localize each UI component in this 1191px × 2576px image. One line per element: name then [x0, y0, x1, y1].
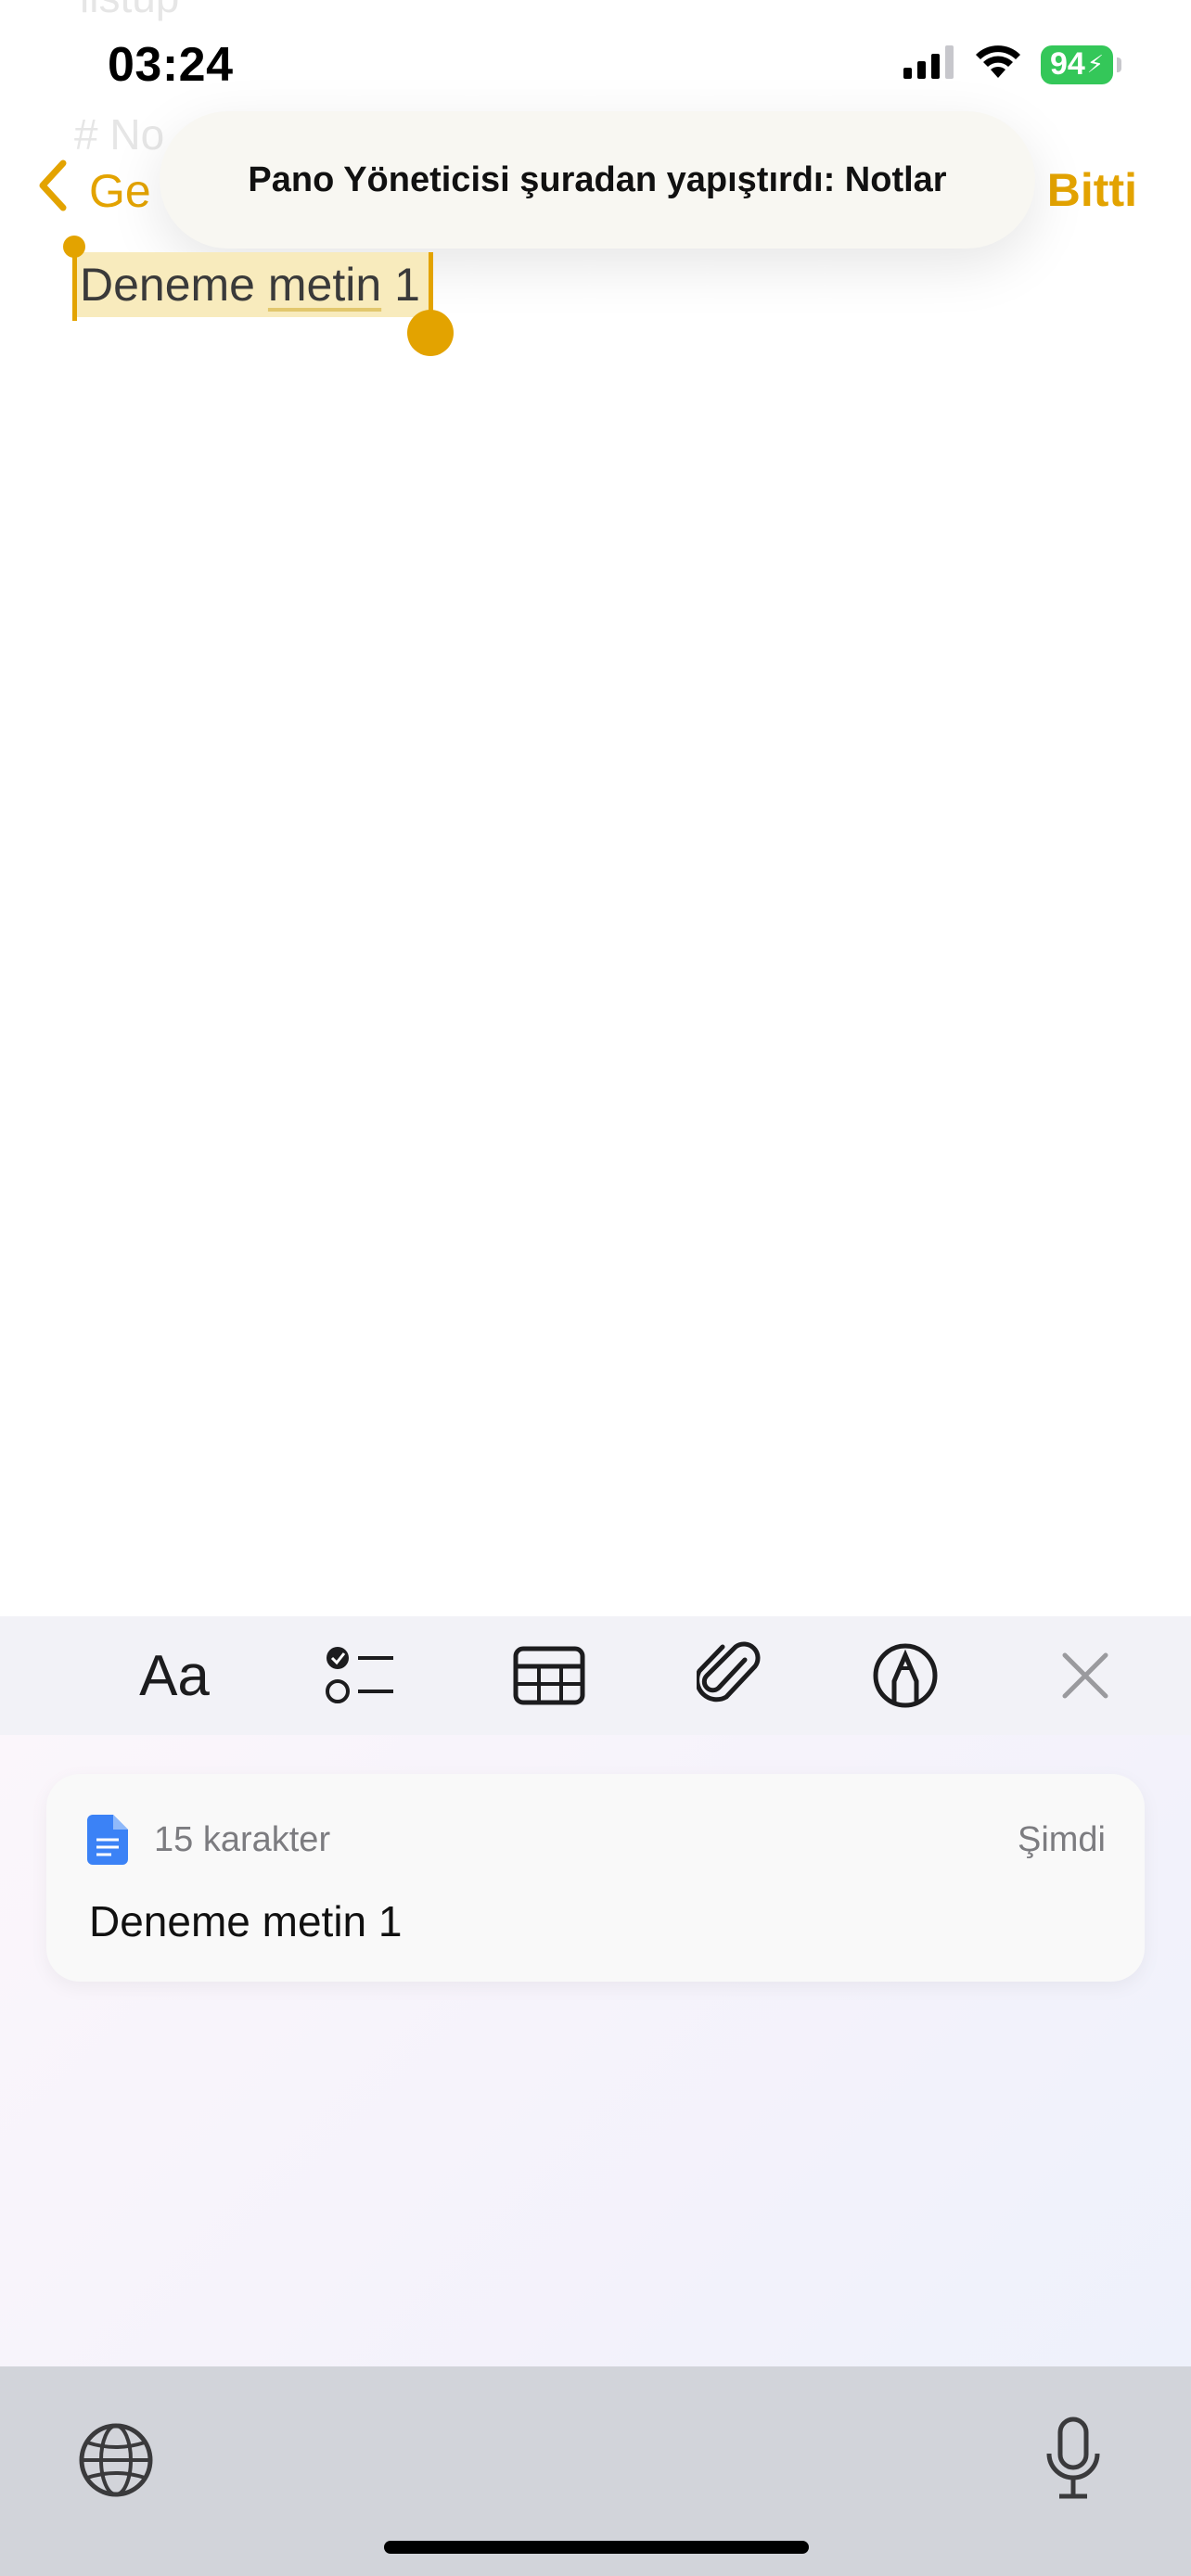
table-button[interactable] — [512, 1639, 586, 1713]
dictation-button[interactable] — [1044, 2417, 1102, 2505]
close-keyboard-button[interactable] — [1048, 1639, 1122, 1713]
char-count: 15 karakter — [154, 1820, 331, 1859]
markup-button[interactable] — [868, 1639, 942, 1713]
faded-title: listup — [80, 0, 179, 22]
note-word-2: metin — [267, 259, 382, 311]
markup-icon — [873, 1643, 938, 1708]
wifi-icon — [974, 45, 1022, 84]
battery-level: 94 — [1049, 46, 1085, 82]
microphone-icon — [1046, 2417, 1100, 2499]
status-time: 03:24 — [108, 38, 234, 92]
faded-heading: # No — [74, 110, 165, 159]
note-word-3: 1 — [394, 259, 420, 311]
notes-toolbar: Aa — [0, 1616, 1191, 1735]
note-body[interactable]: Deneme metin 1 — [63, 236, 454, 356]
note-word-1: Deneme — [80, 259, 255, 311]
checklist-icon — [326, 1647, 393, 1703]
format-button[interactable]: Aa — [137, 1639, 211, 1713]
globe-button[interactable] — [78, 2422, 154, 2503]
paste-toast: Pano Yöneticisi şuradan yapıştırdı: Notl… — [160, 111, 1035, 249]
checklist-button[interactable] — [323, 1639, 397, 1713]
charging-bolt-icon: ⚡ — [1086, 50, 1105, 78]
keyboard-bottom-bar — [0, 2366, 1191, 2576]
text-selection[interactable]: Deneme metin 1 — [63, 236, 454, 356]
done-button[interactable]: Bitti — [1047, 163, 1137, 217]
toast-message: Pano Yöneticisi şuradan yapıştırdı: Notl… — [248, 159, 947, 199]
clipboard-panel: 15 karakter Şimdi Deneme metin 1 — [0, 1735, 1191, 2366]
clipboard-item[interactable]: 15 karakter Şimdi Deneme metin 1 — [46, 1774, 1145, 1982]
attachment-icon — [697, 1641, 761, 1702]
status-icons: 94 ⚡ — [903, 45, 1121, 84]
battery-indicator: 94 ⚡ — [1041, 45, 1121, 84]
clip-content: Deneme metin 1 — [89, 1897, 403, 1945]
close-icon — [1062, 1652, 1108, 1699]
selection-start-caret — [72, 252, 77, 321]
globe-icon — [79, 2423, 153, 2497]
back-button[interactable]: Ge — [33, 158, 151, 224]
home-indicator[interactable] — [384, 2541, 809, 2554]
chevron-left-icon — [33, 158, 70, 224]
battery-nub — [1117, 57, 1121, 72]
clip-timestamp: Şimdi — [1017, 1820, 1106, 1859]
signal-icon — [903, 45, 955, 83]
back-label: Ge — [89, 165, 151, 217]
format-icon: Aa — [139, 1643, 210, 1708]
attachment-button[interactable] — [692, 1639, 766, 1713]
table-icon — [513, 1646, 585, 1705]
selection-end-handle[interactable] — [406, 310, 454, 356]
document-icon — [87, 1815, 128, 1865]
